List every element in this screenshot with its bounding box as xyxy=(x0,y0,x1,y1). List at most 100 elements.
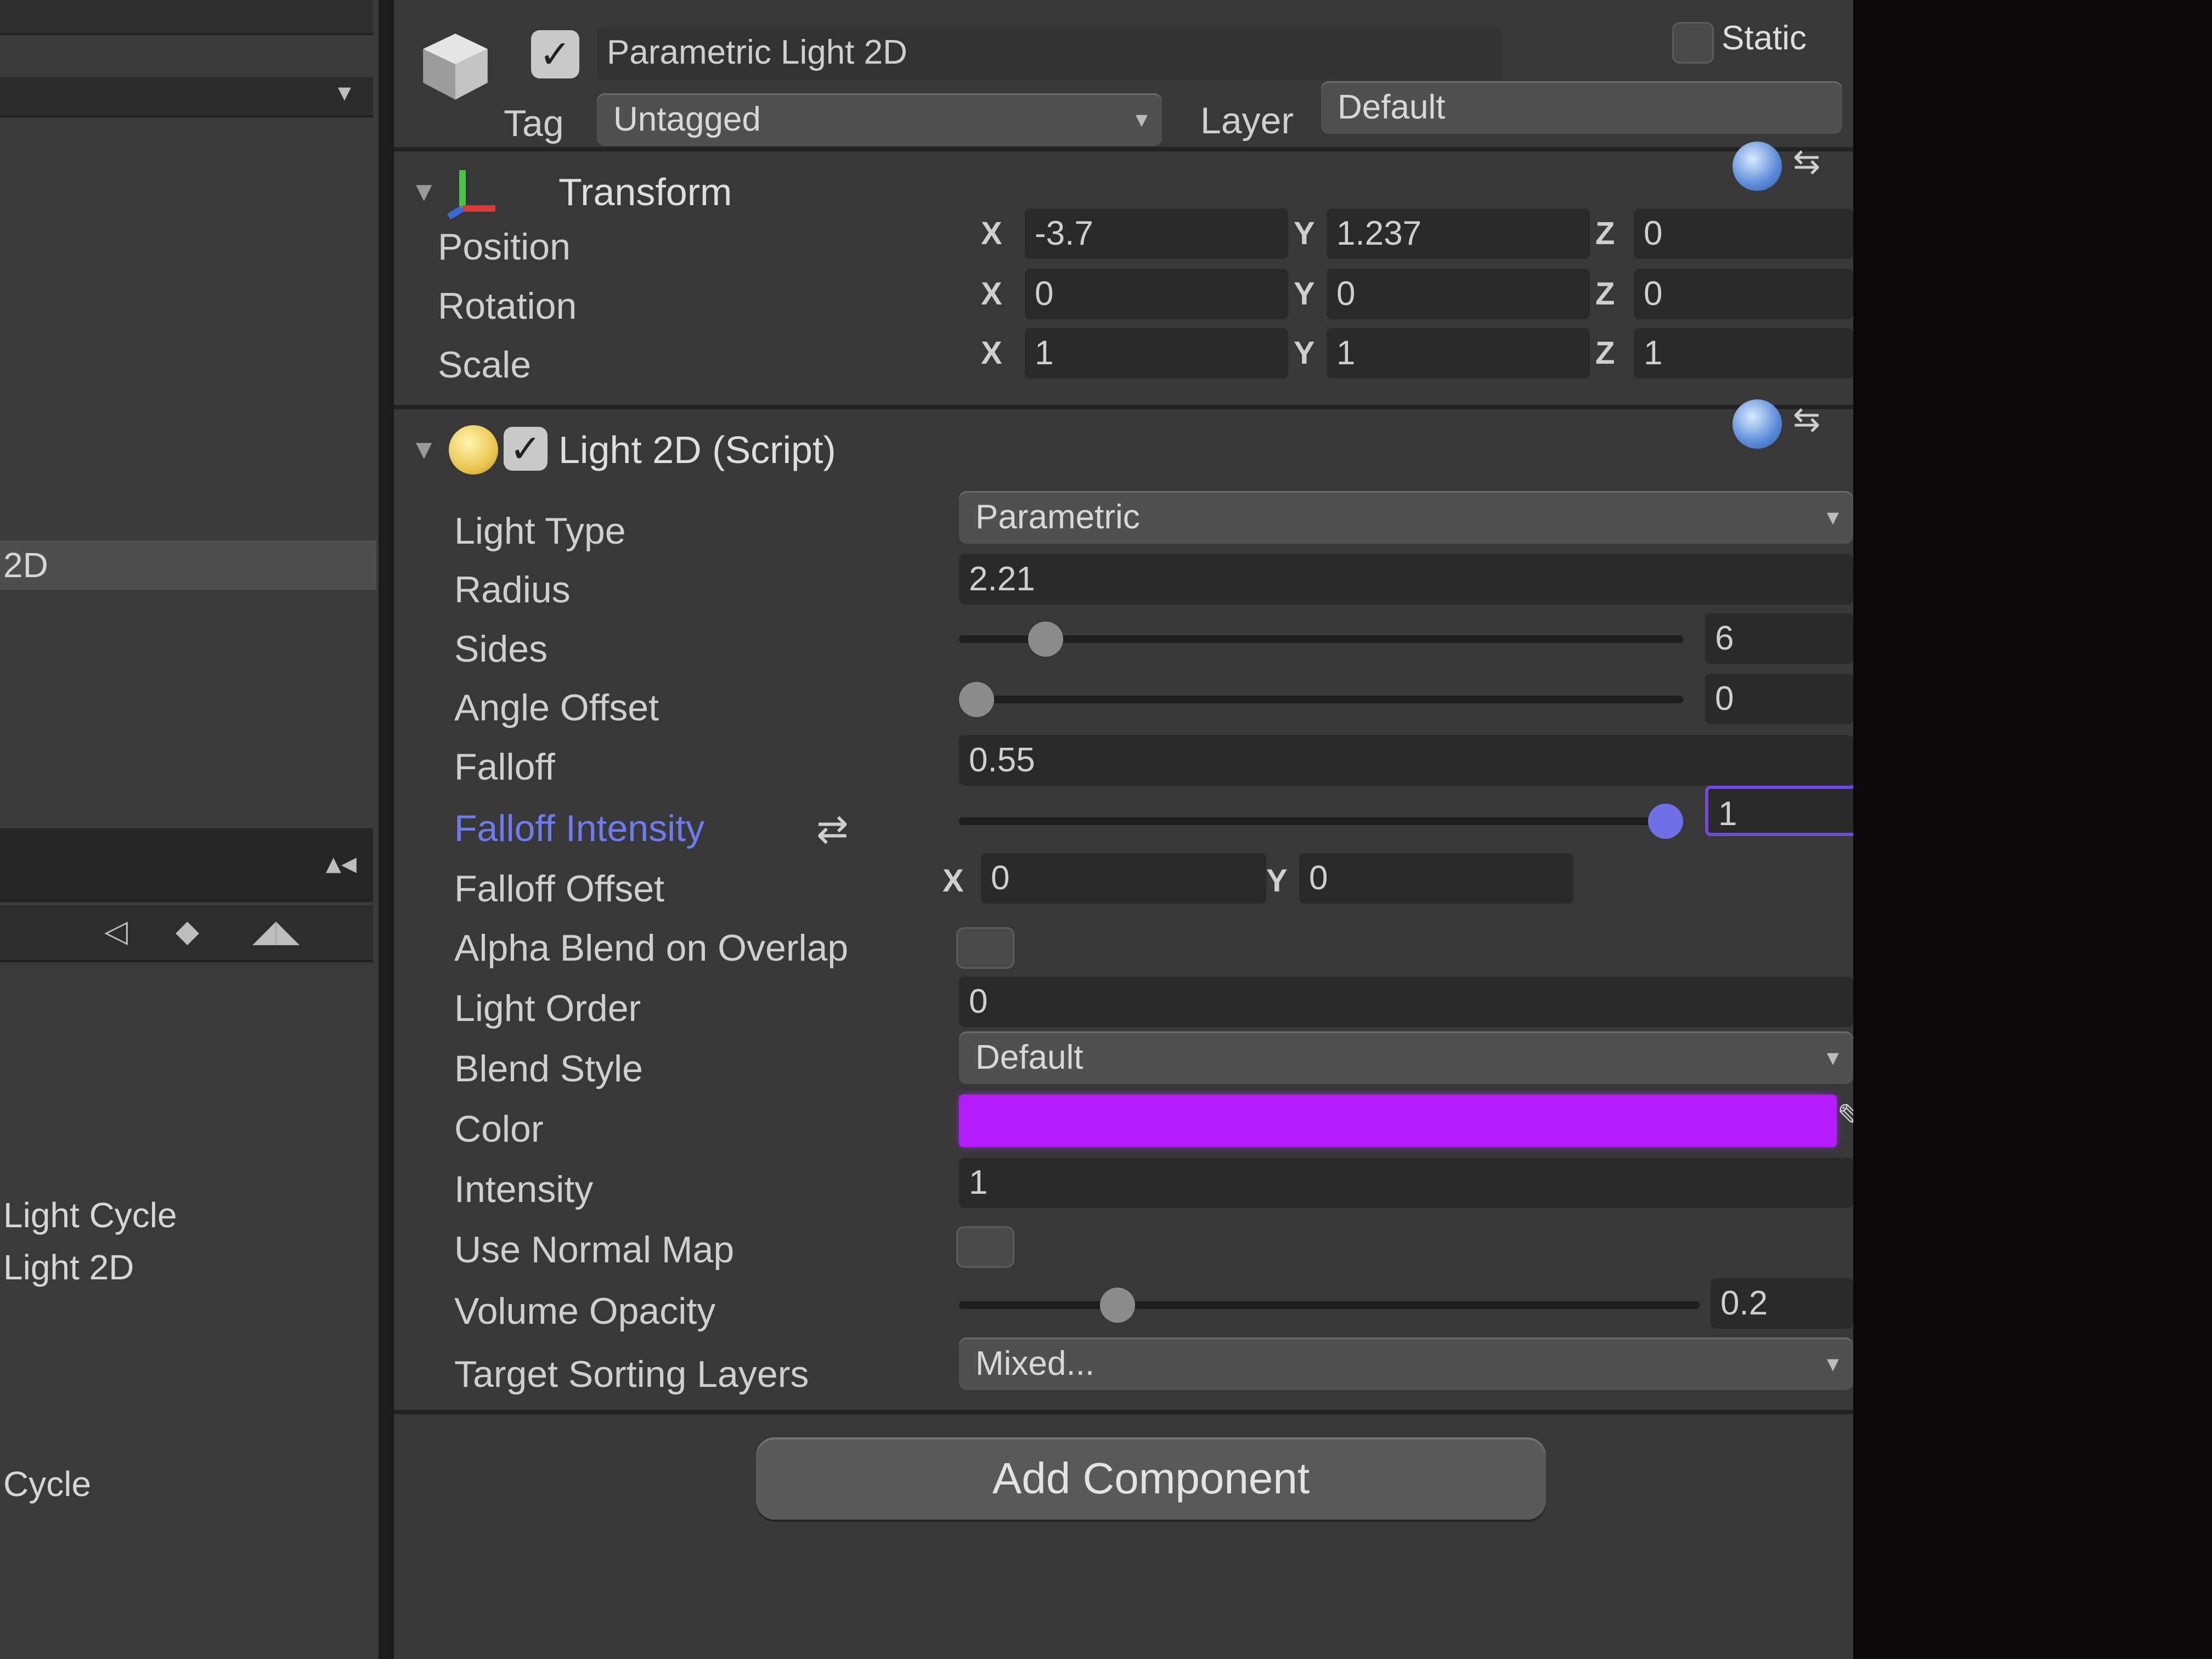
project-toolbar: ▴◂ xyxy=(0,828,373,902)
angle-offset-slider-knob[interactable] xyxy=(959,682,994,717)
position-x-value: -3.7 xyxy=(1035,215,1093,252)
dropdown-icon[interactable]: ▾ xyxy=(338,77,351,108)
scale-z-field[interactable]: 1 xyxy=(1634,328,1853,379)
divider xyxy=(394,1410,1853,1414)
volume-opacity-label: Volume Opacity xyxy=(454,1290,716,1332)
light-order-field[interactable]: 0 xyxy=(959,977,1853,1027)
angle-offset-value: 0 xyxy=(1715,680,1734,718)
star-icon[interactable]: ◢◣ xyxy=(252,913,300,949)
settings-menu-icon[interactable]: ⇆ xyxy=(1793,143,1820,181)
falloff-field[interactable]: 0.55 xyxy=(959,735,1853,786)
axis-y-label[interactable]: Y xyxy=(1266,856,1288,906)
position-z-field[interactable]: 0 xyxy=(1634,208,1853,259)
falloff-offset-label: Falloff Offset xyxy=(454,868,664,910)
gameobject-cube-icon xyxy=(423,33,488,100)
color-label: Color xyxy=(454,1108,544,1150)
help-icon[interactable] xyxy=(1733,399,1782,449)
target-sorting-layers-dropdown[interactable]: Mixed... ▾ xyxy=(959,1338,1853,1390)
position-y-value: 1.237 xyxy=(1336,215,1422,252)
chevron-down-icon: ▾ xyxy=(1135,106,1148,133)
volume-opacity-value-field[interactable]: 0.2 xyxy=(1711,1278,1853,1329)
alpha-blend-checkbox[interactable] xyxy=(956,927,1014,969)
add-component-button[interactable]: Add Component xyxy=(756,1437,1546,1520)
falloff-intensity-value-field[interactable]: 1 xyxy=(1705,786,1853,836)
rotation-y-field[interactable]: 0 xyxy=(1327,269,1590,319)
inspector-panel: ✓ Parametric Light 2D Static Tag Untagge… xyxy=(394,0,1853,1659)
project-item[interactable]: Light Cycle xyxy=(0,1190,376,1240)
axis-x-label[interactable]: X xyxy=(981,208,1002,259)
tag-dropdown[interactable]: Untagged ▾ xyxy=(597,93,1162,146)
falloff-offset-x-field[interactable]: 0 xyxy=(981,853,1266,904)
static-checkbox[interactable] xyxy=(1672,22,1714,64)
object-name-field[interactable]: Parametric Light 2D xyxy=(597,27,1502,80)
scale-x-field[interactable]: 1 xyxy=(1025,328,1288,379)
hierarchy-toolbar xyxy=(0,0,373,35)
light-type-dropdown[interactable]: Parametric ▾ xyxy=(959,491,1853,544)
axis-x-label[interactable]: X xyxy=(981,328,1002,379)
volume-opacity-slider-track[interactable] xyxy=(959,1301,1700,1309)
layer-dropdown[interactable]: Default xyxy=(1321,81,1842,134)
axis-z-label[interactable]: Z xyxy=(1595,208,1615,259)
scale-label: Scale xyxy=(438,344,532,386)
hierarchy-item-selected[interactable]: 2D xyxy=(0,540,376,590)
blend-style-dropdown[interactable]: Default ▾ xyxy=(959,1031,1853,1084)
intensity-field[interactable]: 1 xyxy=(959,1158,1853,1208)
foldout-arrow-icon[interactable]: ▼ xyxy=(410,176,438,207)
foldout-arrow-icon[interactable]: ▼ xyxy=(410,433,438,465)
color-swatch[interactable] xyxy=(959,1094,1837,1147)
sides-value-field[interactable]: 6 xyxy=(1705,613,1853,664)
help-icon[interactable] xyxy=(1733,142,1782,191)
label-icon[interactable]: ◆ xyxy=(176,913,199,949)
transform-title: Transform xyxy=(558,171,732,213)
component-enabled-checkbox[interactable]: ✓ xyxy=(504,427,548,471)
layer-value: Default xyxy=(1338,88,1446,126)
sides-slider-track[interactable] xyxy=(959,635,1683,643)
radius-field[interactable]: 2.21 xyxy=(959,554,1853,605)
angle-offset-slider-track[interactable] xyxy=(959,696,1683,703)
sides-slider-knob[interactable] xyxy=(1028,622,1063,657)
light2d-title: Light 2D (Script) xyxy=(558,428,836,471)
falloff-intensity-slider-knob[interactable] xyxy=(1648,804,1683,839)
filter-icon[interactable]: ◁ xyxy=(104,913,128,949)
falloff-value: 0.55 xyxy=(969,741,1035,779)
rotation-x-field[interactable]: 0 xyxy=(1025,269,1288,319)
scale-y-field[interactable]: 1 xyxy=(1327,328,1590,379)
axis-y-label[interactable]: Y xyxy=(1294,328,1315,379)
rotation-label: Rotation xyxy=(438,285,577,327)
axis-y-label[interactable]: Y xyxy=(1294,208,1315,259)
project-item[interactable]: Cycle xyxy=(0,1459,376,1509)
position-x-field[interactable]: -3.7 xyxy=(1025,208,1288,259)
active-checkbox[interactable]: ✓ xyxy=(531,30,579,78)
transform-icon xyxy=(447,170,495,219)
angle-offset-value-field[interactable]: 0 xyxy=(1705,674,1853,724)
lock-icon[interactable]: ▴◂ xyxy=(326,845,357,881)
falloff-offset-y-value: 0 xyxy=(1309,859,1328,897)
project-item-label: Light 2D xyxy=(3,1248,134,1287)
project-item[interactable]: Light 2D xyxy=(0,1243,376,1292)
add-component-label: Add Component xyxy=(992,1454,1310,1503)
axis-y-label[interactable]: Y xyxy=(1294,269,1315,319)
layer-label: Layer xyxy=(1200,100,1294,142)
settings-menu-icon[interactable]: ⇆ xyxy=(1793,400,1820,439)
falloff-intensity-slider-track[interactable] xyxy=(959,817,1683,825)
static-label: Static xyxy=(1722,19,1807,57)
axis-z-label[interactable]: Z xyxy=(1595,328,1615,379)
radius-value: 2.21 xyxy=(969,560,1035,598)
use-normal-map-checkbox[interactable] xyxy=(956,1226,1014,1268)
project-item-label: Cycle xyxy=(3,1464,92,1504)
project-search-bar[interactable]: ◁ ◆ ◢◣ xyxy=(0,905,373,962)
radius-label: Radius xyxy=(454,569,571,611)
light-order-label: Light Order xyxy=(454,988,641,1029)
hierarchy-search-bar[interactable]: ▾ xyxy=(0,77,373,117)
eyedropper-icon[interactable]: ✎ xyxy=(1837,1097,1853,1136)
position-z-value: 0 xyxy=(1644,215,1663,252)
falloff-offset-y-field[interactable]: 0 xyxy=(1299,853,1573,904)
position-y-field[interactable]: 1.237 xyxy=(1327,208,1590,259)
axis-x-label[interactable]: X xyxy=(981,269,1002,319)
volume-opacity-slider-knob[interactable] xyxy=(1100,1288,1136,1323)
axis-x-label[interactable]: X xyxy=(943,856,964,906)
rotation-z-field[interactable]: 0 xyxy=(1634,269,1853,319)
axis-z-label[interactable]: Z xyxy=(1595,269,1615,319)
drag-arrows-icon[interactable]: ⇄ xyxy=(816,806,849,851)
scale-y-value: 1 xyxy=(1336,334,1356,372)
